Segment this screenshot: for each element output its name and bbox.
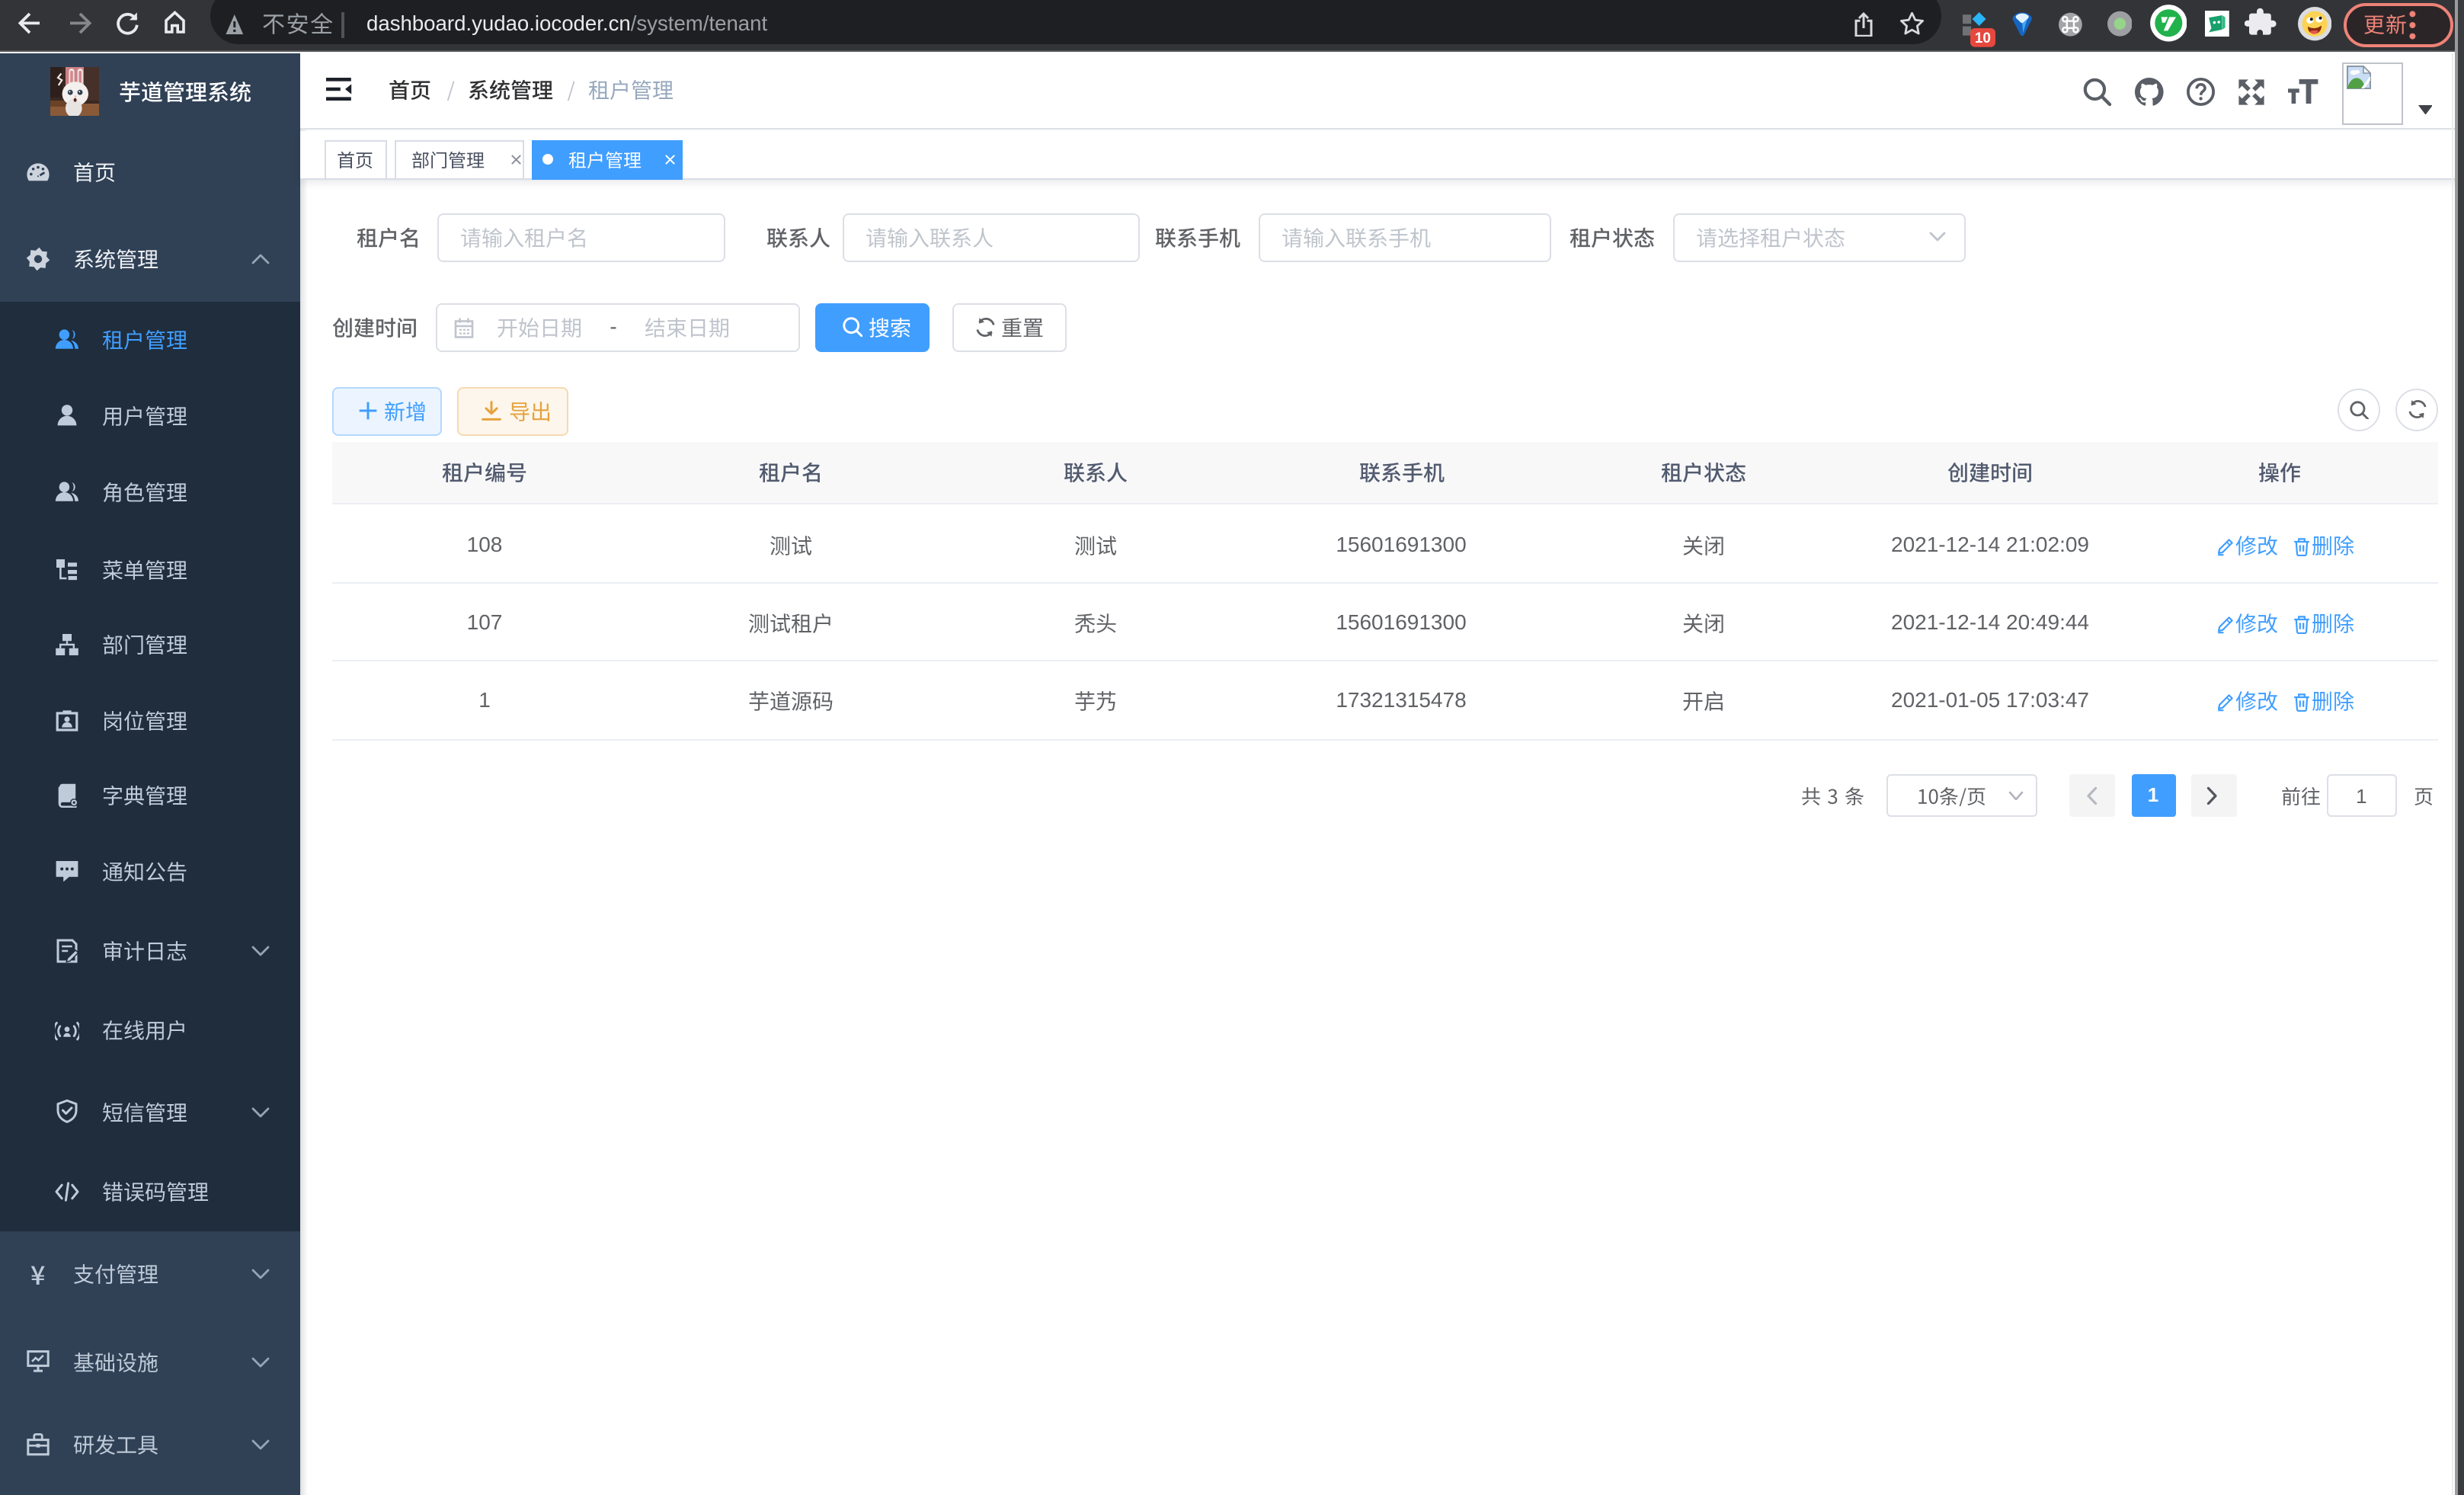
svg-text:10: 10 [1975, 30, 1991, 46]
